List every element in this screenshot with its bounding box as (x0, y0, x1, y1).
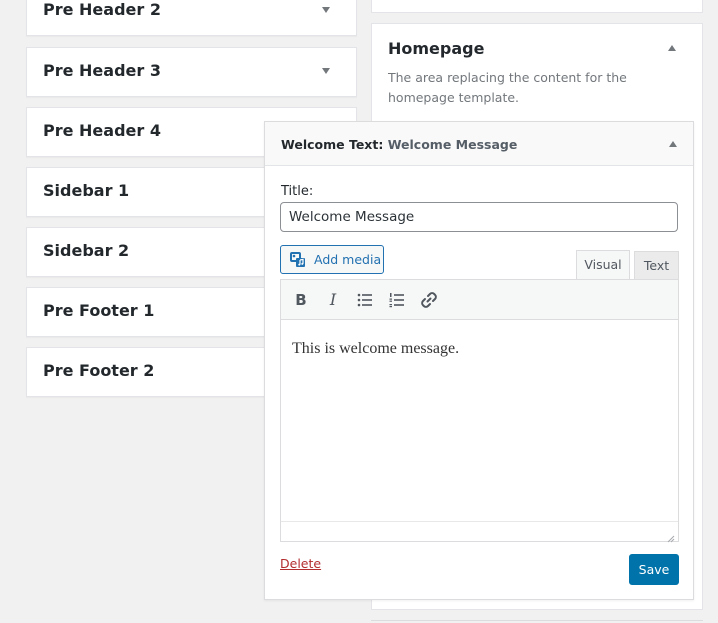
italic-icon[interactable]: I (321, 288, 345, 312)
title-input[interactable] (280, 202, 678, 232)
delete-link[interactable]: Delete (280, 556, 321, 571)
add-media-label: Add media (314, 252, 382, 267)
editor-toolbar: B I (281, 280, 678, 320)
save-button[interactable]: Save (629, 554, 679, 585)
widget-area-title: Pre Footer 1 (43, 301, 155, 320)
expand-arrow-icon[interactable] (322, 7, 330, 13)
homepage-area-title[interactable]: Homepage (388, 39, 484, 58)
resize-handle-icon[interactable] (665, 528, 675, 543)
widget-area-previous-bottom (371, 0, 703, 13)
widget-header[interactable]: Welcome Text: Welcome Message (265, 122, 693, 166)
welcome-text-widget: Welcome Text: Welcome Message Title: Add… (264, 121, 694, 600)
expand-arrow-icon[interactable] (322, 68, 330, 74)
homepage-area-description: The area replacing the content for the h… (388, 70, 627, 105)
bulleted-list-icon[interactable] (353, 288, 377, 312)
widget-area-title: Pre Footer 2 (43, 361, 155, 380)
add-media-button[interactable]: Add media (280, 245, 384, 274)
link-icon[interactable] (417, 288, 441, 312)
widget-area-title: Pre Header 2 (43, 0, 161, 19)
widget-type-label: Welcome Text: (281, 137, 384, 152)
widget-area-title: Pre Header 3 (43, 61, 161, 80)
tab-text[interactable]: Text (634, 251, 679, 279)
widget-area-pre-header-2[interactable]: Pre Header 2 (26, 0, 357, 36)
widget-area-title: Pre Header 4 (43, 121, 161, 140)
numbered-list-icon[interactable] (385, 288, 409, 312)
media-icon (290, 252, 307, 268)
collapse-arrow-icon[interactable] (669, 141, 677, 147)
editor-statusbar (281, 521, 678, 543)
rich-text-editor: B I This is welcome message. (280, 279, 679, 543)
collapse-arrow-icon[interactable] (668, 45, 676, 51)
widget-area-title: Sidebar 2 (43, 241, 130, 260)
widget-instance-title: Welcome Message (387, 137, 518, 152)
widget-header-title: Welcome Text: Welcome Message (281, 137, 517, 152)
widget-area-next-top (371, 620, 703, 621)
bold-icon[interactable]: B (289, 288, 313, 312)
widget-area-pre-header-3[interactable]: Pre Header 3 (26, 47, 357, 97)
tab-visual[interactable]: Visual (576, 250, 630, 279)
widget-area-title: Sidebar 1 (43, 181, 130, 200)
title-field-label: Title: (281, 184, 314, 199)
editor-content[interactable]: This is welcome message. (281, 321, 678, 521)
